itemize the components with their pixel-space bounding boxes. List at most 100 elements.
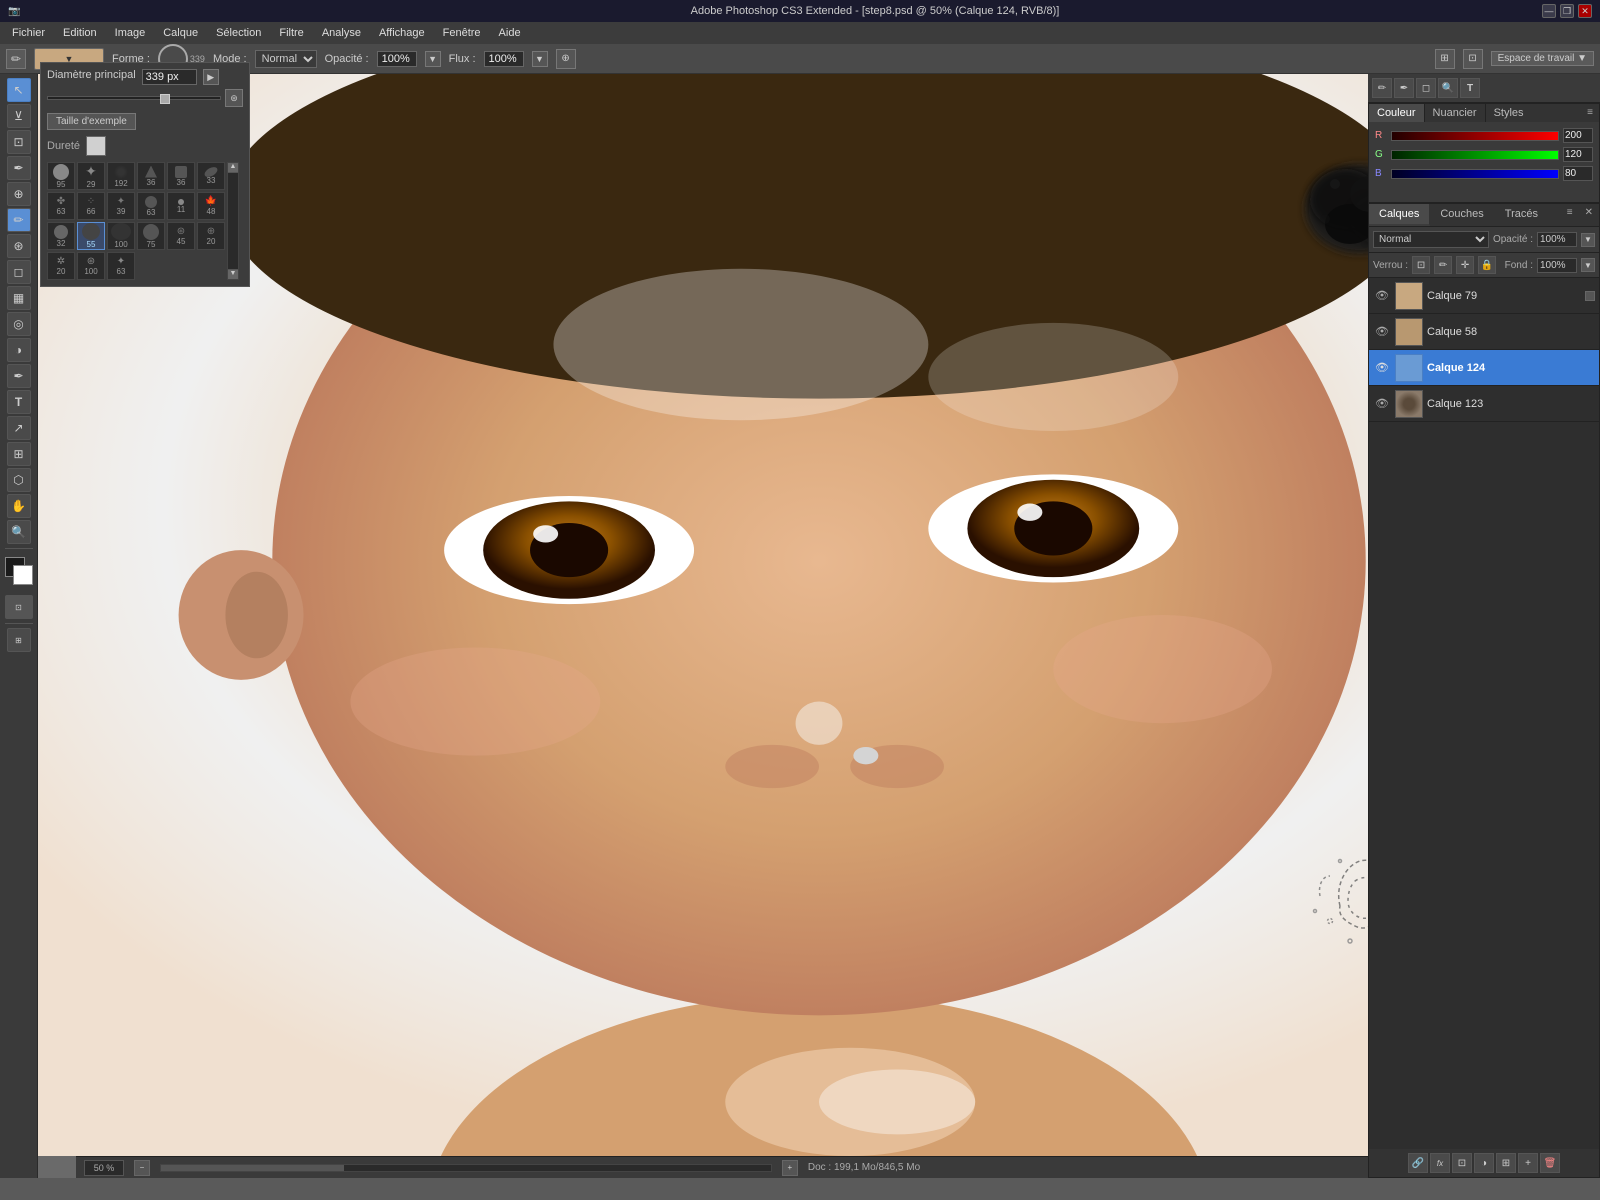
lock-all-btn[interactable]: 🔒 (1478, 256, 1496, 274)
flux-input[interactable] (484, 51, 524, 67)
couches-tab[interactable]: Couches (1430, 204, 1494, 226)
brush-cell-8[interactable]: ⁘ 66 (77, 192, 105, 220)
layer-link-btn[interactable]: 🔗 (1408, 1153, 1428, 1173)
blend-mode-select[interactable]: Normal (1373, 231, 1489, 248)
g-slider[interactable] (1391, 150, 1559, 160)
text-tool[interactable]: T (7, 390, 31, 414)
opacite-arrow[interactable]: ▼ (425, 51, 441, 67)
layer-row-79[interactable]: 👁 Calque 79 (1369, 278, 1599, 314)
selection-tool[interactable]: ↗ (7, 416, 31, 440)
brush-cell-17[interactable]: ⊛ 45 (167, 222, 195, 250)
brush-cell-10[interactable]: 63 (137, 192, 165, 220)
layer-adjust-btn[interactable]: ◑ (1474, 1153, 1494, 1173)
menu-fenetre[interactable]: Fenêtre (435, 25, 489, 41)
brush-size-icon[interactable]: ⊛ (225, 89, 243, 107)
brush-slider-track[interactable] (47, 96, 221, 100)
eyedropper-right[interactable]: ✒ (1394, 78, 1414, 98)
styles-tab[interactable]: Styles (1486, 104, 1532, 122)
lock-transparent-btn[interactable]: ⊡ (1412, 256, 1430, 274)
layer-eye-124[interactable]: 👁 (1373, 359, 1391, 377)
menu-aide[interactable]: Aide (491, 25, 529, 41)
brush-cell-13[interactable]: 32 (47, 222, 75, 250)
g-input[interactable] (1563, 147, 1593, 162)
brush-cell-21[interactable]: ✦ 63 (107, 252, 135, 280)
3d-tool[interactable]: ⬡ (7, 468, 31, 492)
canvas-icon[interactable]: ⊞ (1435, 49, 1455, 69)
screen-mode-icon[interactable]: ⊡ (1463, 49, 1483, 69)
color-panel-menu[interactable]: ≡ (1581, 104, 1599, 122)
restore-button[interactable]: ❐ (1560, 4, 1574, 18)
hand-tool[interactable]: ✋ (7, 494, 31, 518)
rectangle-tool[interactable]: ⊞ (7, 442, 31, 466)
fond-arrow[interactable]: ▼ (1581, 258, 1595, 272)
r-slider[interactable] (1391, 131, 1559, 141)
layer-row-124[interactable]: 👁 Calque 124 (1369, 350, 1599, 386)
brush-cell-9[interactable]: ✦ 39 (107, 192, 135, 220)
layer-row-123[interactable]: 👁 Calque 123 (1369, 386, 1599, 422)
lasso-tool[interactable]: ⊻ (7, 104, 31, 128)
brush-cell-4[interactable]: 36 (137, 162, 165, 190)
layer-mask-btn[interactable]: ⊡ (1452, 1153, 1472, 1173)
dodge-tool[interactable]: ◑ (7, 338, 31, 362)
brush-size-arrow[interactable]: ▶ (203, 69, 219, 85)
crop-tool[interactable]: ⊡ (7, 130, 31, 154)
brush-scroll-down[interactable]: ▼ (228, 269, 238, 279)
flux-arrow[interactable]: ▼ (532, 51, 548, 67)
minimize-button[interactable]: — (1542, 4, 1556, 18)
brush-tool[interactable]: ✏ (7, 208, 31, 232)
layer-new-btn[interactable]: + (1518, 1153, 1538, 1173)
menu-analyse[interactable]: Analyse (314, 25, 369, 41)
window-controls[interactable]: — ❐ ✕ (1542, 4, 1592, 18)
brush-cell-18[interactable]: ⊕ 20 (197, 222, 225, 250)
close-button[interactable]: ✕ (1578, 4, 1592, 18)
lock-position-btn[interactable]: ✛ (1456, 256, 1474, 274)
clone-tool[interactable]: ⊛ (7, 234, 31, 258)
brush-cell-11[interactable]: 11 (167, 192, 195, 220)
brush-cell-16[interactable]: 75 (137, 222, 165, 250)
espace-travail-btn[interactable]: Espace de travail ▼ (1491, 51, 1594, 66)
brush-cell-20[interactable]: ⊛ 100 (77, 252, 105, 280)
quick-mask-btn[interactable]: ⊡ (5, 595, 33, 619)
canvas-painting[interactable] (38, 74, 1600, 1156)
brush-cell-19[interactable]: ✲ 20 (47, 252, 75, 280)
brush-size-input[interactable] (142, 69, 197, 85)
zoom-in-btn[interactable]: + (782, 1160, 798, 1176)
screen-mode-btn[interactable]: ⊞ (7, 628, 31, 652)
opacite-input[interactable] (377, 51, 417, 67)
nuancier-tab[interactable]: Nuancier (1425, 104, 1486, 122)
eraser-right[interactable]: ◻ (1416, 78, 1436, 98)
menu-filtre[interactable]: Filtre (271, 25, 311, 41)
menu-edition[interactable]: Edition (55, 25, 105, 41)
menu-calque[interactable]: Calque (155, 25, 206, 41)
opacite-cal-arrow[interactable]: ▼ (1581, 233, 1595, 247)
calques-menu-btn[interactable]: ≡ (1561, 204, 1579, 226)
brush-tool-right[interactable]: ✏ (1372, 78, 1392, 98)
menu-image[interactable]: Image (107, 25, 154, 41)
brush-cell-1[interactable]: 95 (47, 162, 75, 190)
layer-eye-123[interactable]: 👁 (1373, 395, 1391, 413)
zoom-slider[interactable] (160, 1164, 772, 1172)
menu-selection[interactable]: Sélection (208, 25, 269, 41)
r-input[interactable] (1563, 128, 1593, 143)
couleur-tab[interactable]: Couleur (1369, 104, 1425, 122)
sample-size-btn[interactable]: Taille d'exemple (47, 113, 136, 130)
brush-cell-15[interactable]: 100 (107, 222, 135, 250)
traces-tab[interactable]: Tracés (1495, 204, 1549, 226)
heal-tool[interactable]: ⊕ (7, 182, 31, 206)
lock-pixels-btn[interactable]: ✏ (1434, 256, 1452, 274)
opacite-cal-input[interactable] (1537, 232, 1577, 247)
brush-cell-12[interactable]: 🍁 48 (197, 192, 225, 220)
menu-affichage[interactable]: Affichage (371, 25, 433, 41)
layer-eye-79[interactable]: 👁 (1373, 287, 1391, 305)
airbrush-icon[interactable]: ⊕ (556, 49, 576, 69)
b-slider[interactable] (1391, 169, 1559, 179)
move-tool[interactable]: ↖ (7, 78, 31, 102)
menu-fichier[interactable]: Fichier (4, 25, 53, 41)
brush-cell-6[interactable]: 33 (197, 162, 225, 190)
layer-group-btn[interactable]: ⊞ (1496, 1153, 1516, 1173)
brush-scrollbar[interactable]: ▲ ▼ (227, 162, 239, 280)
zoom-display[interactable]: 50 % (84, 1160, 124, 1176)
blur-tool[interactable]: ◎ (7, 312, 31, 336)
brush-cell-3[interactable]: 192 (107, 162, 135, 190)
zoom-right[interactable]: 🔍 (1438, 78, 1458, 98)
